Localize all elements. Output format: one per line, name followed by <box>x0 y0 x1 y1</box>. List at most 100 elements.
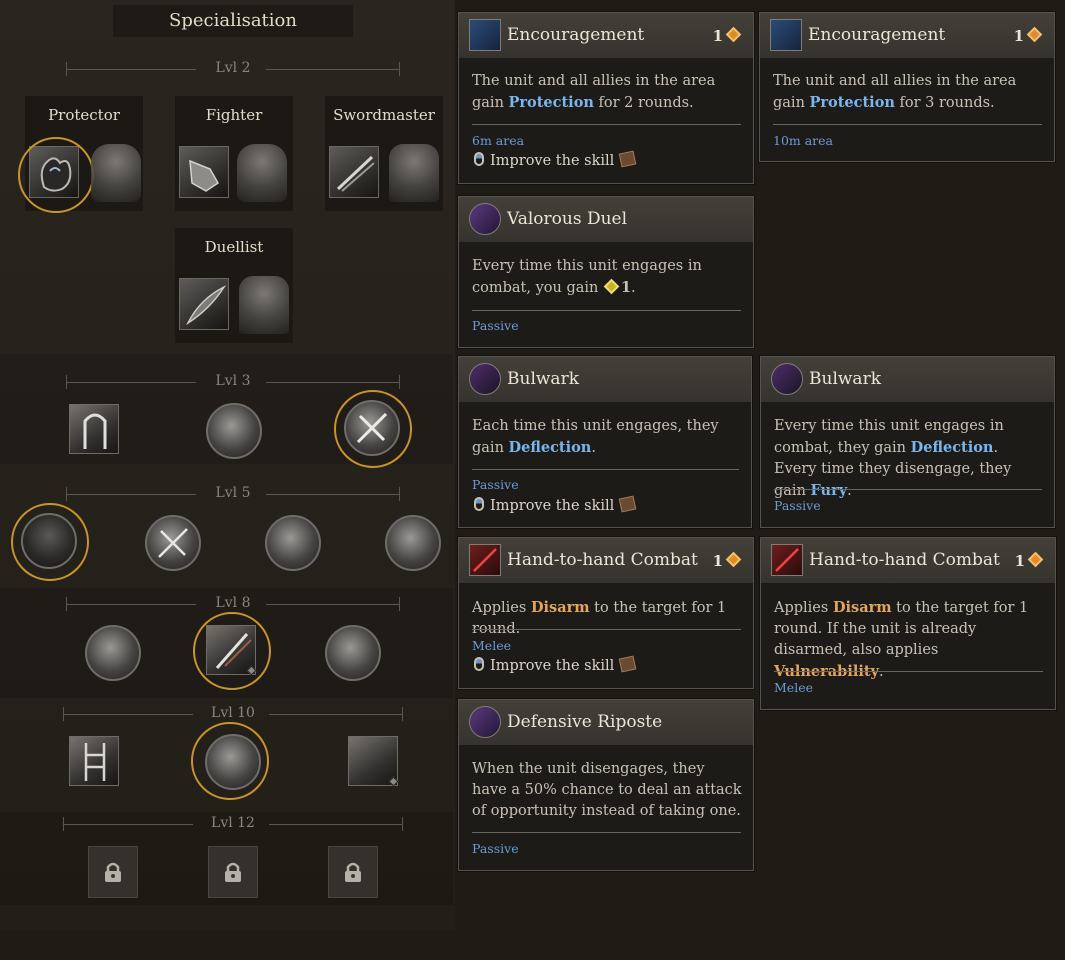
crossed-blades-icon[interactable] <box>145 515 201 571</box>
book-icon <box>619 495 637 513</box>
defensive-riposte-icon <box>469 706 501 738</box>
coat-icon <box>239 276 289 334</box>
hand-to-hand-icon <box>771 544 803 576</box>
sword-icon <box>329 146 379 198</box>
specialisation-panel: Specialisation Lvl 2 Protector Fighter S… <box>0 0 455 930</box>
encouragement-icon <box>770 19 802 51</box>
armor-icon <box>237 144 287 202</box>
tooltip-valorous-duel: Valorous Duel Every time this unit engag… <box>458 196 754 348</box>
gem-icon <box>725 551 742 568</box>
gem-icon <box>725 26 742 43</box>
class-name: Protector <box>48 106 120 124</box>
improve-skill-action[interactable]: Improve the skill <box>474 655 637 674</box>
class-card-swordmaster[interactable]: Swordmaster <box>325 96 443 211</box>
gem-icon <box>1026 26 1043 43</box>
action-cost: 1 <box>1015 551 1044 570</box>
selected-ring <box>193 612 271 690</box>
book-icon <box>619 655 637 673</box>
selected-ring <box>11 503 89 581</box>
tooltip-title: Defensive Riposte <box>507 712 663 732</box>
class-name: Fighter <box>205 106 263 124</box>
tooltip-title: Valorous Duel <box>507 209 628 229</box>
keyword: Protection <box>508 94 594 111</box>
keyword: Protection <box>809 94 895 111</box>
tooltip-title: Encouragement <box>507 25 645 45</box>
skill-tag: Passive <box>472 477 519 492</box>
bulwark-icon <box>469 363 501 395</box>
shadow-warrior-icon[interactable] <box>348 736 399 787</box>
skill-tag: Melee <box>774 680 813 695</box>
level-divider-10: Lvl 10 <box>63 705 403 723</box>
skill-tag: Passive <box>774 498 821 513</box>
tooltip-title: Encouragement <box>808 25 946 45</box>
tooltip-title: Bulwark <box>809 369 881 389</box>
skill-tag: Passive <box>472 318 519 333</box>
selected-ring <box>191 722 269 800</box>
helmet-skill-icon[interactable] <box>69 404 119 454</box>
level-label: Lvl 12 <box>211 815 255 831</box>
keyword: Disarm <box>832 599 892 616</box>
lock-icon <box>345 862 361 882</box>
feather-icon <box>179 278 229 330</box>
skill-tag: 10m area <box>773 133 834 148</box>
lock-icon <box>105 862 121 882</box>
tooltip-description: The unit and all allies in the area gain… <box>773 73 1017 111</box>
armor-icon <box>91 144 141 202</box>
locked-slot[interactable] <box>208 846 258 898</box>
skill-tag: 6m area <box>472 133 525 148</box>
keyword: Deflection <box>910 439 994 456</box>
raised-arms-icon[interactable] <box>265 515 321 571</box>
level-divider-12: Lvl 12 <box>63 815 403 833</box>
tooltip-bulwark: Bulwark Each time this unit engages, the… <box>458 356 752 528</box>
level-divider-3: Lvl 3 <box>66 373 400 391</box>
mouse-icon <box>474 657 484 671</box>
valorous-duel-icon <box>469 203 501 235</box>
tooltip-description: When the unit disengages, they have a 50… <box>472 761 742 819</box>
selected-ring <box>334 390 412 468</box>
class-card-duellist[interactable]: Duellist <box>175 228 293 343</box>
tooltip-description: Every time this unit engages in combat, … <box>472 258 702 296</box>
keyword: Fury <box>810 482 848 499</box>
hand-to-hand-icon <box>469 544 501 576</box>
skill-tag: Melee <box>472 638 511 653</box>
locked-slot[interactable] <box>328 846 378 898</box>
keyword: Deflection <box>508 439 592 456</box>
tooltip-title: Bulwark <box>507 369 579 389</box>
panel-title: Specialisation <box>113 5 353 37</box>
boot-icon <box>179 146 229 198</box>
action-cost: 1 <box>713 551 742 570</box>
skill-tag: Passive <box>472 841 519 856</box>
ladder-skill-icon[interactable] <box>69 736 119 786</box>
bulwark-icon <box>771 363 803 395</box>
tooltip-defensive-riposte: Defensive Riposte When the unit disengag… <box>458 699 754 871</box>
gem-icon <box>603 278 620 295</box>
mouse-icon <box>474 152 484 166</box>
lock-icon <box>225 862 241 882</box>
class-card-fighter[interactable]: Fighter <box>175 96 293 211</box>
encouragement-icon <box>469 19 501 51</box>
brawler-icon[interactable] <box>325 625 381 681</box>
coat-icon <box>389 144 439 202</box>
branch-skill-icon[interactable] <box>206 403 262 459</box>
tooltip-hand-to-hand: Hand-to-hand Combat 1 Applies Disarm to … <box>458 537 754 689</box>
level-divider-2: Lvl 2 <box>66 60 400 78</box>
locked-slot[interactable] <box>88 846 138 898</box>
pistol-fighter-icon[interactable] <box>385 515 441 571</box>
tooltip-title: Hand-to-hand Combat <box>809 550 1000 570</box>
level-label: Lvl 2 <box>215 60 251 76</box>
level-divider-5: Lvl 5 <box>66 485 400 503</box>
level-divider-8: Lvl 8 <box>66 595 400 613</box>
tooltip-encouragement-upgraded: Encouragement 1 The unit and all allies … <box>759 12 1055 162</box>
mouse-icon <box>474 497 484 511</box>
gem-icon <box>1027 551 1044 568</box>
level-label: Lvl 10 <box>211 705 255 721</box>
improve-skill-action[interactable]: Improve the skill <box>474 495 637 514</box>
class-card-protector[interactable]: Protector <box>18 96 143 213</box>
tooltip-hand-to-hand-upgraded: Hand-to-hand Combat 1 Applies Disarm to … <box>760 537 1056 710</box>
level-label: Lvl 3 <box>215 373 251 389</box>
improve-skill-action[interactable]: Improve the skill <box>474 150 637 169</box>
lightning-fist-icon[interactable] <box>85 625 141 681</box>
tooltip-description: Each time this unit engages, they gain D… <box>472 418 719 456</box>
class-name: Swordmaster <box>333 106 435 124</box>
level-label: Lvl 5 <box>215 485 251 501</box>
